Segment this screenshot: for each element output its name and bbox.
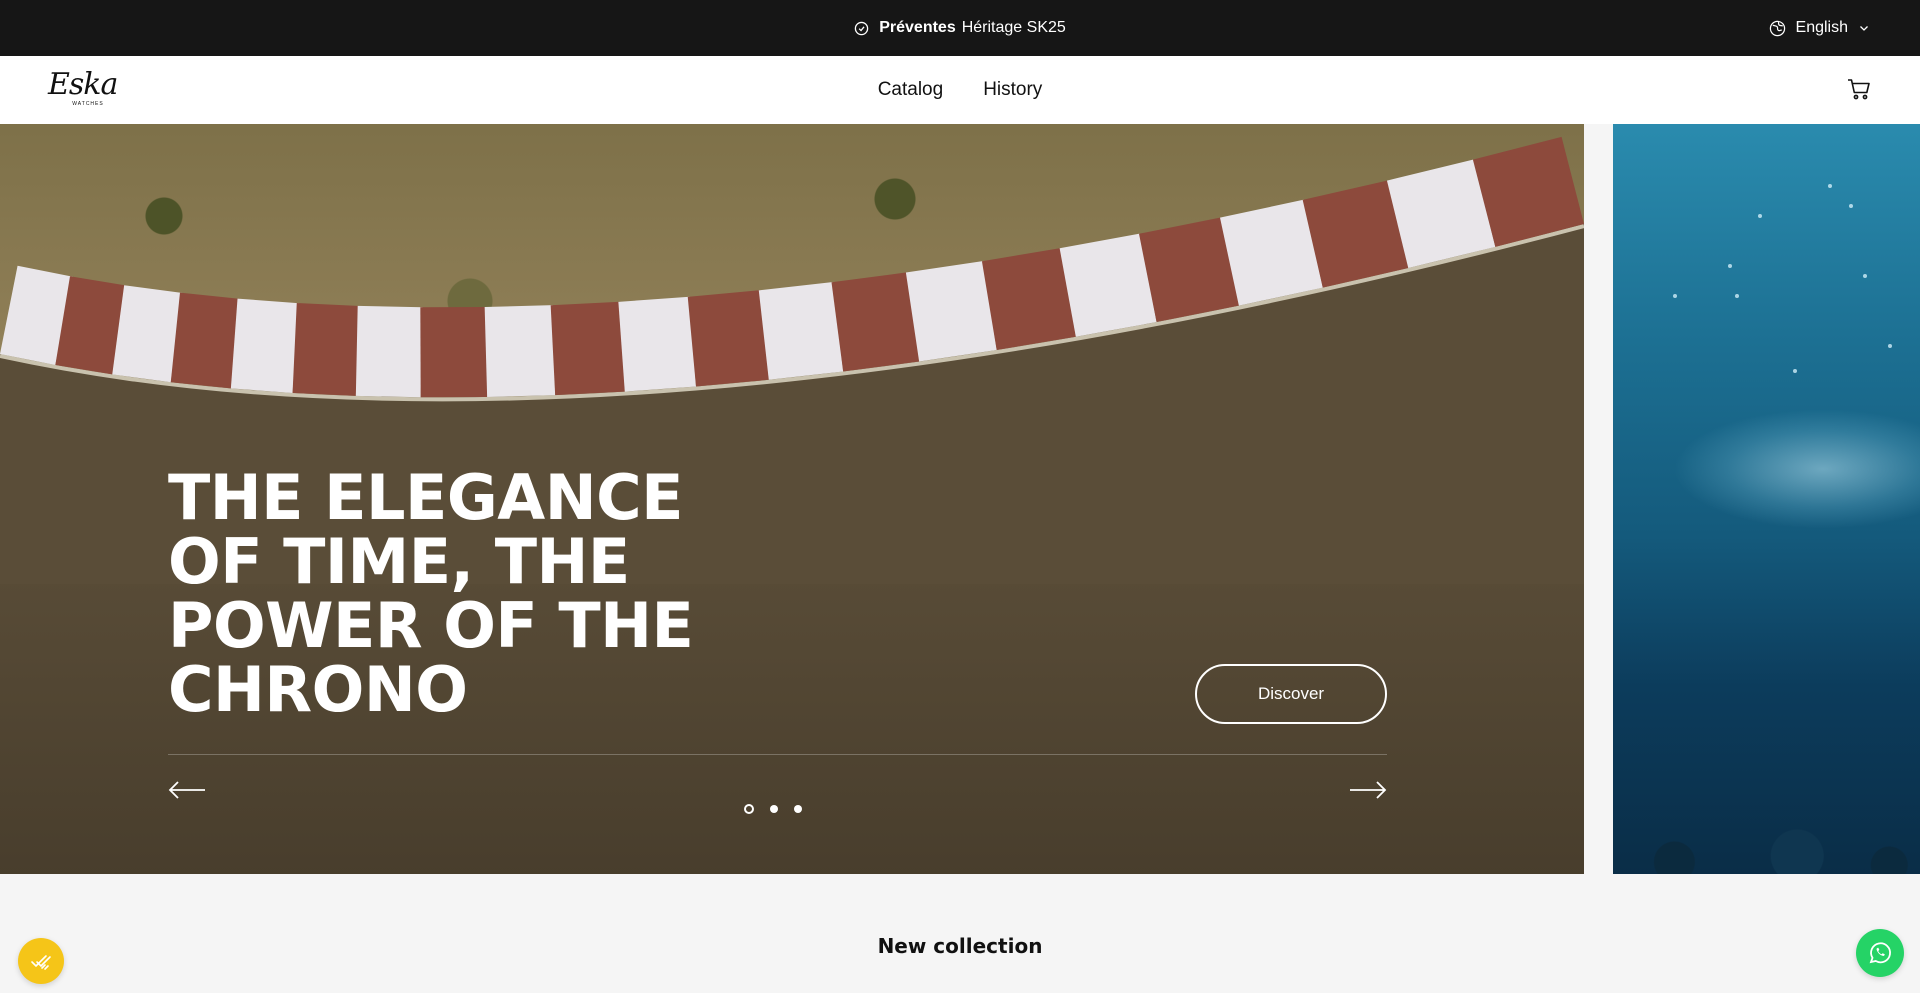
next-slide-preview[interactable]: [1613, 124, 1920, 874]
main-nav: Catalog History: [0, 56, 1920, 124]
bubble: [1728, 264, 1732, 268]
bubble: [1673, 294, 1677, 298]
language-label: English: [1795, 19, 1848, 36]
slider-dot-3[interactable]: [794, 805, 802, 813]
announcement-message[interactable]: Préventes Héritage SK25: [0, 0, 1920, 56]
announcement-text: Héritage SK25: [961, 19, 1066, 36]
bubble: [1793, 369, 1797, 373]
curb-block: [292, 303, 361, 396]
section-title: New collection: [877, 934, 1043, 958]
nav-item-catalog[interactable]: Catalog: [878, 79, 944, 101]
bubble: [1849, 204, 1853, 208]
curb-block: [905, 260, 997, 362]
globe-icon: [1769, 20, 1786, 37]
curb-block: [687, 290, 769, 387]
bubble: [1735, 294, 1739, 298]
nav-item-history[interactable]: History: [983, 79, 1042, 101]
curb-block: [981, 248, 1076, 350]
slider-dot-2[interactable]: [770, 805, 778, 813]
curb-block: [758, 282, 844, 380]
bubble: [1758, 214, 1762, 218]
cart-icon[interactable]: [1846, 76, 1872, 102]
site-header: Eska WATCHES Catalog History: [0, 56, 1920, 124]
bubble: [1828, 184, 1832, 188]
ocean-reef: [1613, 814, 1920, 874]
curb-block: [355, 305, 423, 398]
hero-title: THE ELEGANCE OF TIME, THE POWER OF THE C…: [168, 461, 694, 726]
discover-button[interactable]: Discover: [1195, 664, 1387, 724]
tag-icon: [854, 21, 869, 36]
curb-block: [112, 285, 183, 383]
arrow-right-icon[interactable]: [1349, 780, 1387, 800]
hero-slide: THE ELEGANCE OF TIME, THE POWER OF THE C…: [0, 124, 1584, 874]
arrow-left-icon[interactable]: [168, 780, 206, 800]
cookie-consent-icon[interactable]: [18, 938, 64, 984]
hero-divider: [168, 754, 1387, 755]
announcement-bold-text: Préventes: [879, 19, 956, 36]
bubble: [1888, 344, 1892, 348]
slider-pagination: [744, 804, 802, 814]
curb-block: [170, 292, 241, 389]
curb-block: [618, 296, 696, 392]
curb-block: [484, 305, 556, 397]
bubble: [1863, 274, 1867, 278]
slider-dot-1[interactable]: [744, 804, 754, 814]
announcement-bar: Préventes Héritage SK25 English: [0, 0, 1920, 56]
curb-block: [1059, 233, 1157, 337]
curb-block: [420, 306, 488, 398]
curb-block: [230, 298, 300, 393]
whatsapp-icon[interactable]: [1856, 929, 1904, 977]
curb-block: [550, 301, 625, 396]
ocean-wave: [1673, 409, 1920, 529]
language-selector[interactable]: English: [1769, 0, 1870, 56]
curb-block: [831, 272, 920, 372]
chevron-down-icon: [1858, 22, 1870, 34]
